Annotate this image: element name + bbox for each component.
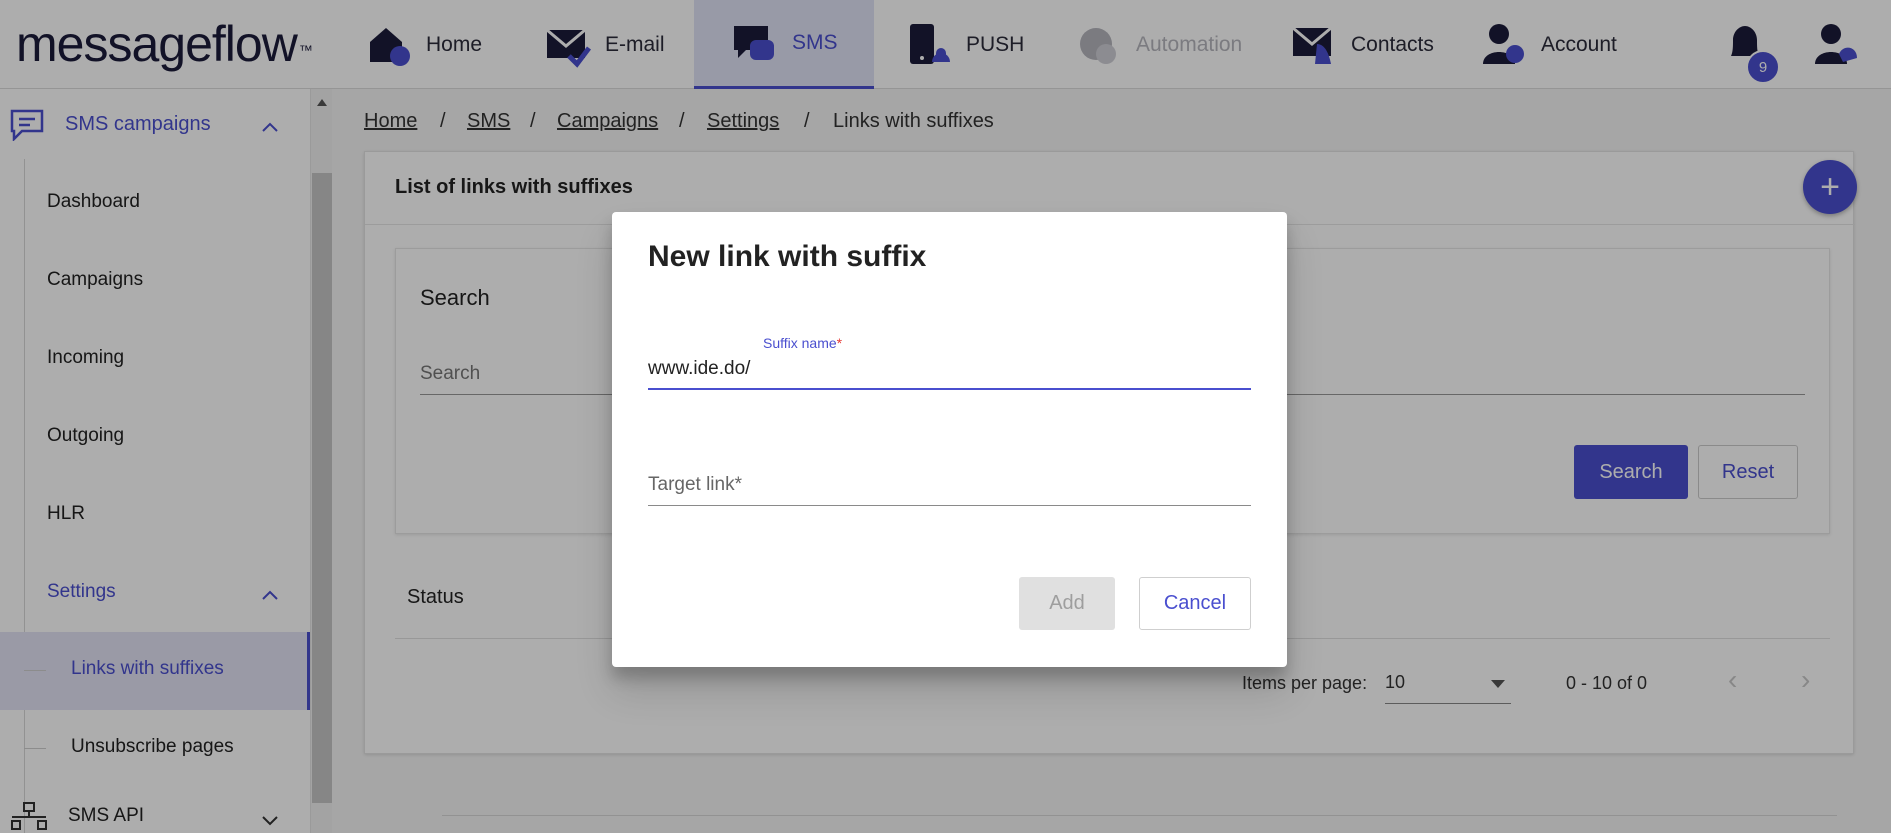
cancel-button[interactable]: Cancel bbox=[1139, 577, 1251, 630]
dialog-title: New link with suffix bbox=[648, 240, 927, 273]
suffix-name-input[interactable]: www.ide.do/ bbox=[648, 352, 1251, 390]
target-link-placeholder: Target link* bbox=[648, 474, 742, 495]
suffix-name-label: Suffix name* bbox=[763, 335, 842, 351]
new-link-dialog: New link with suffix Suffix name* www.id… bbox=[612, 212, 1287, 667]
target-link-input[interactable]: Target link* bbox=[648, 466, 1251, 506]
required-asterisk: * bbox=[836, 335, 843, 351]
suffix-name-label-text: Suffix name bbox=[763, 335, 837, 351]
suffix-name-value: www.ide.do/ bbox=[648, 358, 751, 379]
add-button[interactable]: Add bbox=[1019, 577, 1115, 630]
